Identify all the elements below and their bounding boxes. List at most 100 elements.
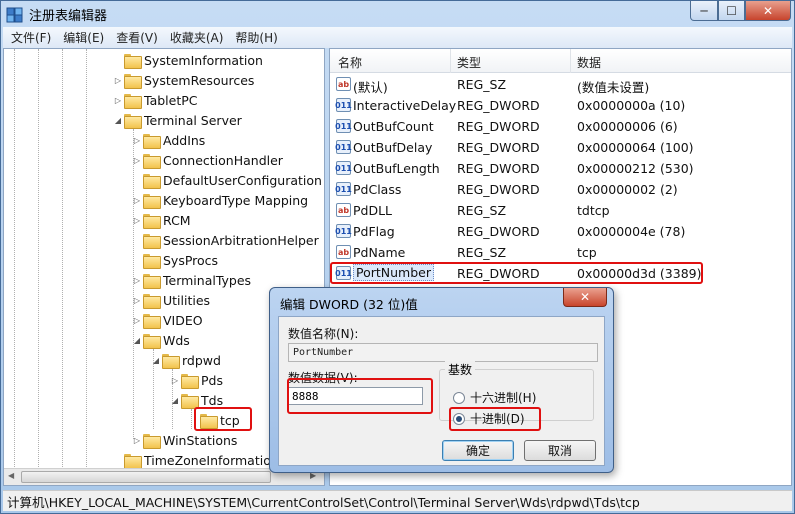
tree-expander[interactable]: ▷: [131, 216, 143, 225]
tree-expander[interactable]: ▷: [131, 276, 143, 285]
tree-expander[interactable]: ▷: [112, 76, 124, 85]
tree-item-label: VIDEO: [163, 312, 203, 328]
tree-item[interactable]: TimeZoneInformation: [112, 450, 279, 470]
tree-expander[interactable]: ▷: [131, 156, 143, 165]
value-row[interactable]: ab PdName REG_SZ tcp: [330, 242, 791, 263]
tree-item[interactable]: ▷ RCM: [131, 210, 191, 230]
tree-item[interactable]: ▷ TerminalTypes: [131, 270, 251, 290]
string-value-icon: ab: [336, 245, 351, 259]
folder-icon: [143, 293, 161, 309]
tree-item[interactable]: ▷ KeyboardType Mapping: [131, 190, 308, 210]
tree-expander[interactable]: ▷: [112, 96, 124, 105]
tree-item[interactable]: ▷ Utilities: [131, 290, 210, 310]
tree-item[interactable]: ◢ rdpwd: [150, 350, 221, 370]
minimize-button[interactable]: ─: [690, 1, 718, 21]
menu-edit[interactable]: 编辑(E): [57, 29, 110, 46]
close-button[interactable]: ✕: [745, 1, 791, 21]
folder-icon: [162, 353, 180, 369]
folder-icon: [124, 73, 142, 89]
folder-icon: [143, 173, 161, 189]
tree-item-label: Terminal Server: [144, 112, 242, 128]
value-data: 0x00000006 (6): [577, 119, 678, 134]
tree-expander[interactable]: ▷: [131, 436, 143, 445]
tree-item-label: Wds: [163, 332, 190, 348]
hex-radio-option[interactable]: 十六进制(H): [453, 389, 536, 406]
value-data: 0x00000064 (100): [577, 140, 694, 155]
column-divider[interactable]: [450, 49, 451, 73]
value-data: tcp: [577, 245, 597, 260]
tree-item[interactable]: ▷ VIDEO: [131, 310, 203, 330]
folder-icon: [181, 393, 199, 409]
tree-item[interactable]: SystemInformation: [112, 50, 263, 70]
tree-item[interactable]: ▷ WinStations: [131, 430, 237, 450]
value-name-label: 数值名称(N):: [288, 327, 359, 341]
dword-value-icon: 011: [335, 161, 352, 175]
value-type: REG_DWORD: [457, 182, 540, 197]
tree-item[interactable]: ▷ TabletPC: [112, 90, 198, 110]
value-name: PdName: [353, 245, 406, 260]
value-row[interactable]: 011 OutBufDelay REG_DWORD 0x00000064 (100): [330, 137, 791, 158]
tree-item[interactable]: ▷ SystemResources: [112, 70, 254, 90]
value-type: REG_DWORD: [457, 119, 540, 134]
column-type-header[interactable]: 类型: [457, 54, 481, 71]
tree-expander[interactable]: ◢: [150, 356, 162, 365]
tree-item[interactable]: ▷ AddIns: [131, 130, 205, 150]
tree-item[interactable]: ▷ ConnectionHandler: [131, 150, 283, 170]
folder-icon: [143, 333, 161, 349]
hex-radio[interactable]: [453, 391, 465, 404]
menu-help[interactable]: 帮助(H): [229, 29, 283, 46]
scroll-left-icon[interactable]: ◀: [8, 471, 14, 480]
dword-value-icon: 011: [335, 140, 352, 154]
tree-expander[interactable]: ◢: [112, 116, 124, 125]
tree-item[interactable]: DefaultUserConfiguration: [131, 170, 322, 190]
folder-icon: [124, 453, 142, 469]
column-name-header[interactable]: 名称: [338, 54, 362, 71]
value-row[interactable]: ab PdDLL REG_SZ tdtcp: [330, 200, 791, 221]
menu-bar: 文件(F) 编辑(E) 查看(V) 收藏夹(A) 帮助(H): [3, 27, 792, 48]
column-data-header[interactable]: 数据: [577, 54, 601, 71]
tree-item[interactable]: ◢ Wds: [131, 330, 190, 350]
cancel-button[interactable]: 取消: [524, 440, 596, 461]
tree-item[interactable]: SessionArbitrationHelper: [131, 230, 319, 250]
tree-expander[interactable]: ▷: [131, 296, 143, 305]
string-value-icon: ab: [336, 203, 351, 217]
value-row[interactable]: ab (默认) REG_SZ (数值未设置): [330, 74, 791, 95]
folder-icon: [143, 233, 161, 249]
tree-guide: [38, 49, 39, 469]
scrollbar-thumb[interactable]: [21, 471, 271, 483]
value-row[interactable]: 011 PdClass REG_DWORD 0x00000002 (2): [330, 179, 791, 200]
folder-icon: [124, 113, 142, 129]
value-row[interactable]: 011 PdFlag REG_DWORD 0x0000004e (78): [330, 221, 791, 242]
folder-icon: [124, 93, 142, 109]
tree-item[interactable]: SysProcs: [131, 250, 218, 270]
highlight-value-annotation: [287, 378, 433, 414]
close-icon: ✕: [579, 290, 591, 304]
tree-item-label: AddIns: [163, 132, 206, 148]
tree-expander[interactable]: ◢: [169, 396, 181, 405]
value-row[interactable]: 011 InteractiveDelay REG_DWORD 0x0000000a (…: [330, 95, 791, 116]
menu-file[interactable]: 文件(F): [3, 29, 57, 46]
ok-button[interactable]: 确定: [442, 440, 514, 461]
tree-expander[interactable]: ▷: [131, 196, 143, 205]
value-row[interactable]: 011 OutBufCount REG_DWORD 0x00000006 (6): [330, 116, 791, 137]
hex-radio-label: 十六进制(H): [470, 391, 537, 405]
tree-expander[interactable]: ◢: [131, 336, 143, 345]
tree-item-label: RCM: [163, 212, 191, 228]
menu-view[interactable]: 查看(V): [110, 29, 164, 46]
tree-expander[interactable]: ▷: [131, 136, 143, 145]
value-name-field: PortNumber: [288, 343, 598, 362]
tree-expander[interactable]: ▷: [131, 316, 143, 325]
value-row[interactable]: 011 OutBufLength REG_DWORD 0x00000212 (530): [330, 158, 791, 179]
tree-item[interactable]: ◢ Terminal Server: [112, 110, 242, 130]
title-bar[interactable]: 注册表编辑器 ─ ☐ ✕: [1, 1, 794, 27]
menu-favorites[interactable]: 收藏夹(A): [164, 29, 230, 46]
value-name: OutBufLength: [353, 161, 440, 176]
dialog-close-button[interactable]: ✕: [563, 288, 607, 307]
tree-expander[interactable]: ▷: [169, 376, 181, 385]
base-group-title: 基数: [445, 361, 476, 378]
column-divider[interactable]: [570, 49, 571, 73]
folder-icon: [143, 313, 161, 329]
maximize-button[interactable]: ☐: [718, 1, 745, 21]
string-value-icon: ab: [336, 77, 351, 91]
tree-item[interactable]: ▷ Pds: [169, 370, 223, 390]
